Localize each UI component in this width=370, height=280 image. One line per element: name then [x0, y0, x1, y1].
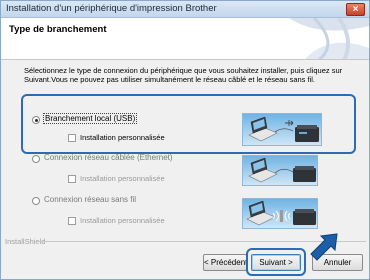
custom-install-checkbox-ethernet[interactable] [68, 175, 76, 183]
usb-connection-icon [242, 113, 322, 146]
option-usb-label: Branchement local (USB) [43, 113, 138, 124]
ethernet-connection-icon [242, 155, 318, 186]
page-title: Type de branchement [9, 24, 107, 35]
radio-usb[interactable] [32, 116, 40, 124]
back-button[interactable]: < Précédent [203, 254, 247, 271]
option-wireless-label: Connexion réseau sans fil [44, 195, 137, 204]
header-panel: Type de branchement [1, 18, 369, 60]
radio-wireless[interactable] [32, 197, 40, 205]
radio-ethernet[interactable] [32, 155, 40, 163]
next-button[interactable]: Suivant > [251, 254, 301, 271]
custom-install-label-usb: Installation personnalisée [80, 133, 165, 142]
installer-window: Installation d'un périphérique d'impress… [0, 0, 370, 280]
custom-install-checkbox-wireless[interactable] [68, 217, 76, 225]
option-usb[interactable]: Branchement local (USB) Installation per… [21, 94, 356, 154]
custom-install-label-ethernet: Installation personnalisée [80, 174, 165, 183]
title-bar[interactable]: Installation d'un périphérique d'impress… [1, 1, 369, 18]
option-ethernet[interactable]: Connexion réseau câblée (Ethernet) Insta… [21, 153, 356, 195]
custom-install-label-wireless: Installation personnalisée [80, 216, 165, 225]
custom-install-checkbox-usb[interactable] [68, 134, 76, 142]
window-title: Installation d'un périphérique d'impress… [6, 3, 217, 14]
option-ethernet-label: Connexion réseau câblée (Ethernet) [44, 153, 173, 162]
pointer-arrow-icon [310, 233, 338, 261]
header-swirl-graphic [289, 18, 369, 59]
instructions-text: Sélectionnez le type de connexion du pér… [24, 67, 343, 84]
close-button[interactable]: × [346, 3, 365, 16]
